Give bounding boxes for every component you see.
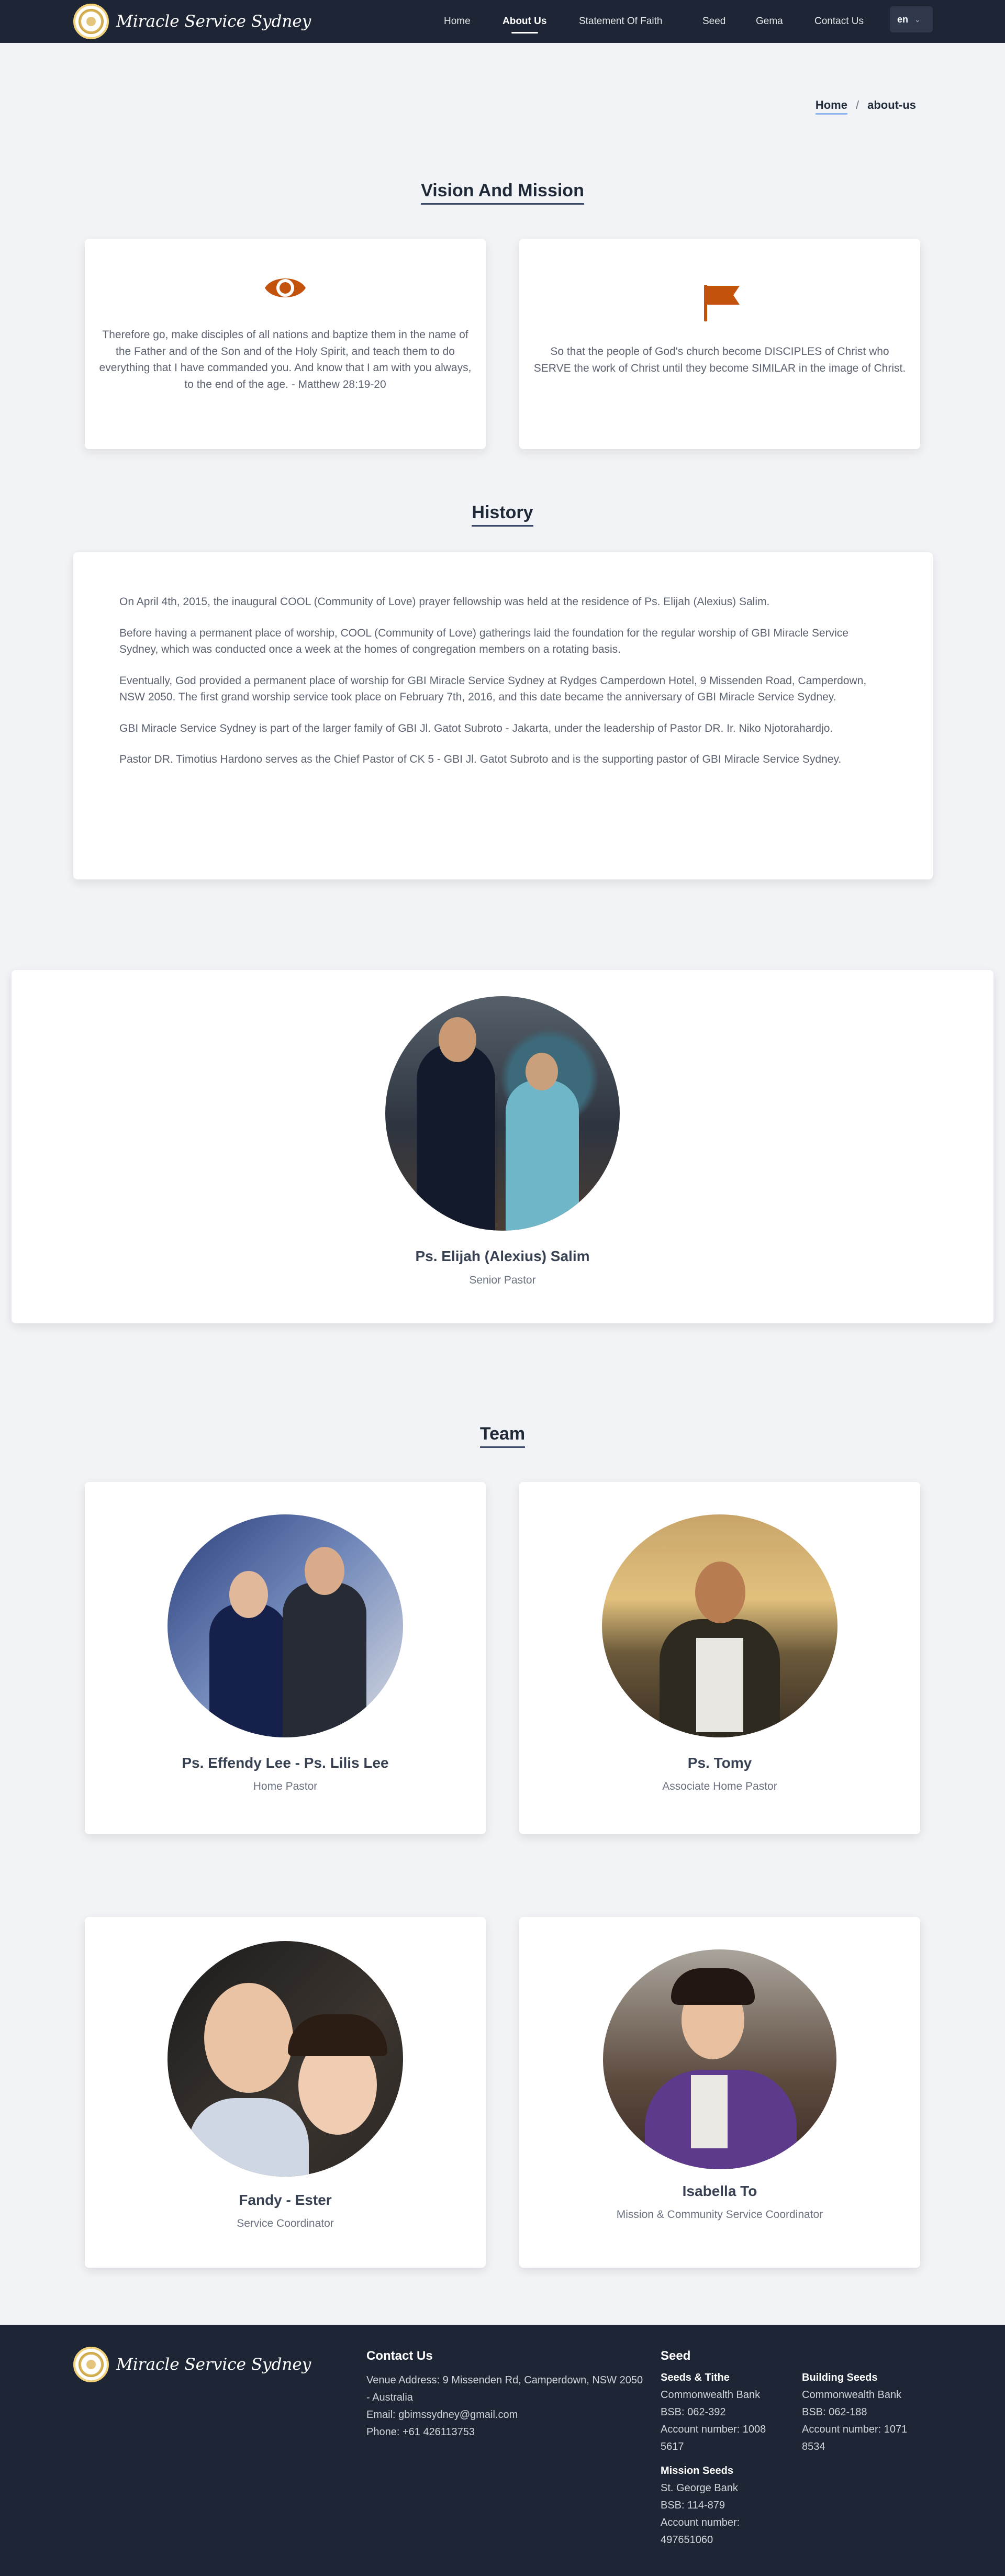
bank-account: Account number: 1008 5617 <box>661 2424 766 2452</box>
team-member-role: Service Coordinator <box>237 2217 334 2229</box>
seeds-tithe-info: Commonwealth Bank BSB: 062-392 Account n… <box>661 2387 791 2456</box>
eye-icon <box>265 278 306 297</box>
team-card: Ps. Effendy Lee - Ps. Lilis Lee Home Pas… <box>85 1482 486 1834</box>
team-title: Team <box>479 1424 526 1448</box>
brand-logo[interactable]: Miracle Service Sydney <box>73 4 311 39</box>
building-seeds-title: Building Seeds <box>802 2372 878 2383</box>
mission-seeds-info: St. George Bank BSB: 114-879 Account num… <box>661 2480 776 2549</box>
bank-bsb: BSB: 062-188 <box>802 2406 867 2418</box>
team-member-role: Mission & Community Service Coordinator <box>616 2209 823 2221</box>
breadcrumb-home[interactable]: Home <box>815 98 847 115</box>
team-member-name: Fandy - Ester <box>239 2192 332 2208</box>
bank-name: St. George Bank <box>661 2482 738 2494</box>
bank-name: Commonwealth Bank <box>661 2389 761 2401</box>
team-member-photo <box>168 1514 403 1737</box>
nav-home[interactable]: Home <box>444 16 471 27</box>
footer-address: Venue Address: 9 Missenden Rd, Camperdow… <box>366 2374 643 2403</box>
bank-account: Account number: 1071 8534 <box>802 2424 908 2452</box>
team-member-name: Ps. Tomy <box>687 1755 752 1771</box>
senior-pastor-photo <box>385 996 620 1231</box>
history-paragraph: Eventually, God provided a permanent pla… <box>119 674 867 704</box>
church-seal-icon <box>73 2347 109 2382</box>
history-paragraph: Pastor DR. Timotius Hardono serves as th… <box>119 753 842 765</box>
history-card: On April 4th, 2015, the inaugural COOL (… <box>73 552 933 879</box>
building-seeds-info: Commonwealth Bank BSB: 062-188 Account n… <box>802 2387 933 2456</box>
mission-seeds-title: Mission Seeds <box>661 2465 733 2477</box>
senior-pastor-role: Senior Pastor <box>469 1274 536 1286</box>
footer-contact-title: Contact Us <box>366 2349 433 2363</box>
bank-bsb: BSB: 114-879 <box>661 2500 725 2511</box>
footer-email[interactable]: Email: gbimssydney@gmail.com <box>366 2406 649 2424</box>
bank-bsb: BSB: 062-392 <box>661 2406 726 2418</box>
team-member-photo <box>602 1514 838 1737</box>
footer-phone[interactable]: Phone: +61 426113753 <box>366 2424 649 2441</box>
brand-name: Miracle Service Sydney <box>116 12 311 31</box>
vision-mission-title: Vision And Mission <box>421 181 584 205</box>
team-member-name: Ps. Effendy Lee - Ps. Lilis Lee <box>182 1755 389 1771</box>
history-heading: History <box>0 503 1005 527</box>
team-member-photo <box>168 1941 403 2177</box>
senior-pastor-card: Ps. Elijah (Alexius) Salim Senior Pastor <box>12 970 993 1323</box>
vision-card: Therefore go, make disciples of all nati… <box>85 239 486 449</box>
team-card: Fandy - Ester Service Coordinator <box>85 1917 486 2268</box>
seeds-tithe-title: Seeds & Tithe <box>661 2372 730 2383</box>
flag-icon <box>704 285 740 321</box>
team-member-name: Isabella To <box>682 2183 757 2199</box>
nav-contact-us[interactable]: Contact Us <box>814 16 864 27</box>
footer-brand-logo[interactable]: Miracle Service Sydney <box>73 2347 311 2382</box>
top-navbar: Miracle Service Sydney Home About Us Sta… <box>0 0 1005 43</box>
chevron-down-icon: ⌄ <box>914 15 921 24</box>
history-title: History <box>472 503 533 527</box>
team-member-photo <box>603 1949 836 2169</box>
history-paragraph: On April 4th, 2015, the inaugural COOL (… <box>119 596 770 608</box>
footer-contact-info: Venue Address: 9 Missenden Rd, Camperdow… <box>366 2372 649 2441</box>
nav-seed[interactable]: Seed <box>702 16 725 27</box>
bank-name: Commonwealth Bank <box>802 2389 902 2401</box>
nav-statement-of-faith[interactable]: Statement Of Faith <box>579 16 662 27</box>
mission-card: So that the people of God's church becom… <box>519 239 920 449</box>
team-card: Isabella To Mission & Community Service … <box>519 1917 920 2268</box>
history-paragraph: Before having a permanent place of worsh… <box>119 627 848 656</box>
history-paragraph: GBI Miracle Service Sydney is part of th… <box>119 722 833 734</box>
senior-pastor-name: Ps. Elijah (Alexius) Salim <box>415 1248 590 1264</box>
church-seal-icon <box>73 4 109 39</box>
bank-account: Account number: 497651060 <box>661 2517 740 2546</box>
team-heading: Team <box>0 1424 1005 1448</box>
vision-text: Therefore go, make disciples of all nati… <box>99 329 472 391</box>
footer-seed-title: Seed <box>661 2349 691 2363</box>
language-value: en <box>897 14 909 25</box>
mission-text: So that the people of God's church becom… <box>533 345 906 374</box>
breadcrumb-current: about-us <box>867 98 916 111</box>
vision-mission-heading: Vision And Mission <box>0 181 1005 205</box>
team-member-role: Home Pastor <box>253 1780 318 1792</box>
team-card: Ps. Tomy Associate Home Pastor <box>519 1482 920 1834</box>
breadcrumb-separator: / <box>855 98 859 111</box>
nav-about-us[interactable]: About Us <box>502 16 546 34</box>
nav-gema[interactable]: Gema <box>756 16 783 27</box>
language-select[interactable]: en ⌄ <box>890 6 933 32</box>
footer-brand-name: Miracle Service Sydney <box>116 2355 311 2374</box>
breadcrumb: Home / about-us <box>815 98 916 115</box>
team-member-role: Associate Home Pastor <box>662 1780 777 1792</box>
footer: Miracle Service Sydney Contact Us Venue … <box>0 2325 1005 2576</box>
